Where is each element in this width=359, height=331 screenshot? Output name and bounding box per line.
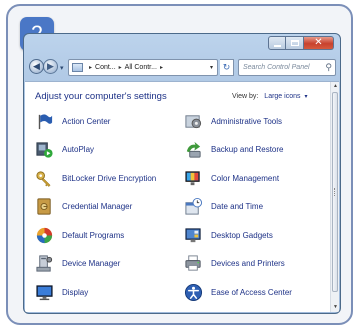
close-icon: ✕ (314, 37, 323, 48)
autoplay-icon (35, 140, 54, 159)
grip-icon (334, 188, 336, 196)
refresh-button[interactable]: ↻ (220, 59, 234, 76)
item-credential-manager[interactable]: Credential Manager (25, 193, 166, 222)
recent-pages-dropdown[interactable]: ▾ (60, 64, 64, 72)
gadgets-icon (184, 226, 203, 245)
item-label: Administrative Tools (211, 116, 282, 126)
ease-of-access-icon (184, 283, 203, 302)
item-label: Devices and Printers (211, 259, 285, 269)
search-placeholder: Search Control Panel (243, 64, 310, 71)
item-ease-of-access-center[interactable]: Ease of Access Center (166, 278, 327, 307)
item-label: Date and Time (211, 202, 264, 212)
control-panel-items: Action Center Administrative Tools AutoP… (25, 107, 329, 312)
admin-tools-icon (184, 112, 203, 131)
item-label: Backup and Restore (211, 145, 284, 155)
back-button[interactable]: ◀ (29, 59, 44, 74)
chevron-down-icon[interactable]: ▾ (304, 94, 307, 100)
printer-icon (184, 254, 203, 273)
item-bitlocker-drive-encryption[interactable]: BitLocker Drive Encryption (25, 164, 166, 193)
breadcrumb-control-panel[interactable]: Cont... (95, 64, 116, 71)
search-icon[interactable]: ⚲ (325, 60, 332, 75)
minimize-button[interactable] (268, 36, 286, 50)
item-backup-and-restore[interactable]: Backup and Restore (166, 136, 327, 165)
item-label: Default Programs (62, 230, 125, 240)
item-label: Device Manager (62, 259, 121, 269)
address-bar[interactable]: ▸ Cont... ▸ All Contr... ▸ ▾ (68, 59, 218, 76)
breadcrumb-separator: ▸ (118, 65, 122, 71)
flag-icon (35, 112, 54, 131)
item-label: Action Center (62, 116, 111, 126)
item-label: Display (62, 287, 89, 297)
control-panel-icon (72, 63, 83, 72)
address-dropdown-button[interactable]: ▾ (210, 64, 213, 71)
maximize-icon (290, 40, 299, 46)
view-by-label: View by: (232, 93, 259, 100)
item-label: Desktop Gadgets (211, 230, 273, 240)
item-display[interactable]: Display (25, 278, 166, 307)
item-default-programs[interactable]: Default Programs (25, 221, 166, 250)
item-label: Ease of Access Center (211, 287, 292, 297)
scrollbar-thumb[interactable] (332, 92, 338, 292)
device-manager-icon (35, 254, 54, 273)
item-desktop-gadgets[interactable]: Desktop Gadgets (166, 221, 327, 250)
vault-icon (35, 197, 54, 216)
item-label: BitLocker Drive Encryption (62, 173, 157, 183)
maximize-button[interactable] (286, 36, 304, 50)
view-by-control: View by: Large icons ▾ (232, 93, 307, 100)
item-label: Color Management (211, 173, 280, 183)
item-color-management[interactable]: Color Management (166, 164, 327, 193)
scroll-up-icon[interactable]: ▲ (331, 82, 340, 91)
item-date-and-time[interactable]: Date and Time (166, 193, 327, 222)
control-panel-content: Adjust your computer's settings View by:… (25, 81, 339, 312)
item-label: Credential Manager (62, 202, 133, 212)
item-devices-and-printers[interactable]: Devices and Printers (166, 250, 327, 279)
backup-icon (184, 140, 203, 159)
window-caption-buttons: ✕ (268, 36, 334, 50)
control-panel-window: ✕ ◀ ▶ ▾ ▸ Cont... ▸ All Contr... ▸ ▾ ↻ S… (23, 33, 341, 314)
navigation-bar: ◀ ▶ ▾ ▸ Cont... ▸ All Contr... ▸ ▾ ↻ Sea… (24, 56, 340, 80)
color-management-icon (184, 169, 203, 188)
back-arrow-icon: ◀ (33, 61, 40, 71)
minimize-icon (273, 45, 281, 47)
item-label: AutoPlay (62, 145, 95, 155)
item-device-manager[interactable]: Device Manager (25, 250, 166, 279)
forward-arrow-icon: ▶ (47, 61, 54, 71)
close-button[interactable]: ✕ (304, 36, 334, 50)
item-autoplay[interactable]: AutoPlay (25, 136, 166, 165)
item-administrative-tools[interactable]: Administrative Tools (166, 107, 327, 136)
clock-icon (184, 197, 203, 216)
breadcrumb-separator[interactable]: ▸ (160, 64, 163, 71)
breadcrumb-all-control-panel-items[interactable]: All Contr... (125, 64, 157, 71)
forward-button[interactable]: ▶ (43, 59, 58, 74)
breadcrumb-separator: ▸ (89, 65, 93, 71)
default-programs-icon (35, 226, 54, 245)
page-title: Adjust your computer's settings (35, 91, 167, 102)
search-input[interactable]: Search Control Panel ⚲ (238, 59, 336, 76)
vertical-scrollbar[interactable]: ▲ ▼ (330, 82, 339, 312)
scroll-down-icon[interactable]: ▼ (331, 303, 340, 312)
item-action-center[interactable]: Action Center (25, 107, 166, 136)
view-by-dropdown[interactable]: Large icons (264, 93, 300, 100)
monitor-icon (35, 283, 54, 302)
key-icon (35, 169, 54, 188)
